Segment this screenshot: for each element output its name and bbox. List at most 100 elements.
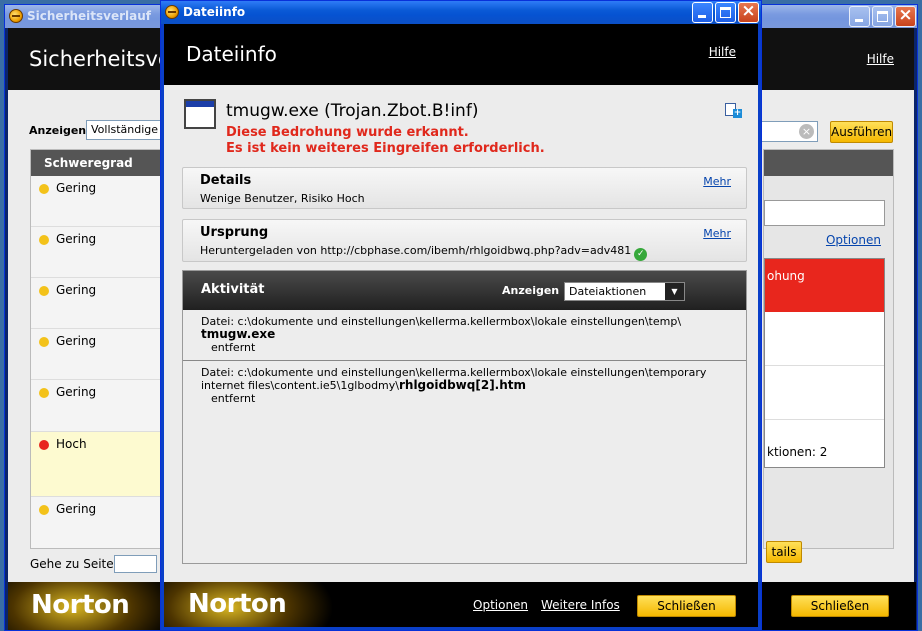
help-link[interactable]: Hilfe [709,45,736,59]
details-box: ohung ktionen: 2 [764,258,885,468]
origin-section: Ursprung Heruntergeladen von http://cbph… [182,219,747,262]
severity-label: Gering [56,334,97,348]
activity-header: Aktivität Anzeigen Dateiaktionen ▼ [183,271,746,310]
threat-row[interactable]: ohung [765,259,884,312]
dialog-title: Dateiinfo [186,42,277,66]
severity-low-icon [39,337,49,347]
run-button[interactable]: Ausführen [830,121,893,143]
severity-column-header[interactable]: Schweregrad [31,150,165,176]
norton-logo: Norton [31,590,130,620]
severity-label: Hoch [56,437,87,451]
details-panel: Optionen ohung ktionen: 2 [763,149,894,549]
dialog-footer: Norton Optionen Weitere Infos Schließen [164,582,758,627]
close-icon: × [741,1,756,21]
severity-low-icon [39,388,49,398]
file-info-client: Dateiinfo Hilfe tmugw.exe (Trojan.Zbot.B… [164,24,758,627]
minimize-button[interactable] [692,2,713,23]
details-section: Details Wenige Benutzer, Risiko Hoch Meh… [182,167,747,209]
severity-label: Gering [56,502,97,516]
close-window-button[interactable]: × [738,1,759,23]
origin-title: Ursprung [200,225,269,240]
maximize-button[interactable] [872,6,893,27]
activity-entry[interactable]: Datei: c:\dokumente und einstellungen\ke… [183,310,746,361]
norton-logo: Norton [188,589,287,619]
dialog-header: Dateiinfo Hilfe [164,24,758,85]
details-button[interactable]: tails [766,541,802,563]
file-window-icon [184,99,216,129]
search-input[interactable]: × [761,121,818,142]
details-row [765,312,884,366]
page-title: Sicherheitsve [29,47,171,71]
options-link[interactable]: Optionen [826,233,881,247]
file-info-dialog: Dateiinfo × Dateiinfo Hilfe tmugw.exe (T… [160,0,762,631]
severity-low-icon [39,184,49,194]
list-item[interactable]: Hoch [31,432,165,497]
filter-label: Anzeigen [29,124,87,137]
details-more-link[interactable]: Mehr [703,175,731,188]
goto-page-label: Gehe zu Seite: [30,557,118,571]
add-plus-icon: + [733,108,742,118]
window-title: Dateiinfo [183,5,246,19]
file-info-titlebar[interactable]: Dateiinfo × [161,1,761,24]
actions-count: ktionen: 2 [767,445,828,459]
origin-text: Heruntergeladen von http://cbphase.com/i… [200,244,632,257]
minimize-icon [698,15,706,18]
dropdown-arrow-icon[interactable]: ▼ [665,283,684,300]
close-icon: × [898,5,913,25]
activity-filter-select[interactable]: Dateiaktionen ▼ [564,282,685,301]
activity-filter-label: Anzeigen [502,284,560,297]
severity-label: Gering [56,385,97,399]
close-window-button[interactable]: × [895,5,916,27]
minimize-icon [855,19,863,22]
threat-status-line2: Es ist kein weiteres Eingreifen erforder… [226,141,545,156]
details-row [765,366,884,420]
more-info-link[interactable]: Weitere Infos [541,598,620,612]
norton-app-icon [165,5,179,19]
details-title: Details [200,173,252,188]
severity-label: Gering [56,283,97,297]
maximize-icon [877,11,888,22]
origin-text-wrap: Heruntergeladen von http://cbphase.com/i… [200,244,648,261]
activity-file: rhlgoidbwq[2].htm [398,378,527,392]
severity-low-icon [39,286,49,296]
checkmark-icon: ✓ [634,248,648,261]
maximize-icon [720,7,731,18]
details-panel-header [764,150,893,176]
maximize-button[interactable] [715,2,736,23]
activity-title: Aktivität [201,282,265,297]
copy-info-icon[interactable]: + [725,103,742,120]
options-link[interactable]: Optionen [473,598,528,612]
list-item[interactable]: Gering [31,497,165,548]
list-item[interactable]: Gering [31,329,165,380]
severity-label: Gering [56,181,97,195]
norton-app-icon [9,9,23,23]
activity-path: Datei: c:\dokumente und einstellungen\ke… [201,315,682,328]
clear-search-icon[interactable]: × [799,124,814,139]
list-item[interactable]: Gering [31,380,165,432]
activity-section: Aktivität Anzeigen Dateiaktionen ▼ Datei… [182,270,747,564]
list-item[interactable]: Gering [31,176,165,227]
details-text: Wenige Benutzer, Risiko Hoch [200,192,365,205]
activity-filter-value: Dateiaktionen [569,285,647,298]
activity-entry[interactable]: Datei: c:\dokumente und einstellungen\ke… [183,361,746,411]
threat-status-line1: Diese Bedrohung wurde erkannt. [226,125,469,140]
list-item[interactable]: Gering [31,227,165,278]
severity-low-icon [39,235,49,245]
minimize-button[interactable] [849,6,870,27]
activity-status: entfernt [211,392,256,405]
severity-low-icon [39,505,49,515]
list-item[interactable]: Gering [31,278,165,329]
activity-file: tmugw.exe [201,327,276,341]
activity-path-cont: internet files\content.ie5\1glbodmy\ [201,379,399,392]
help-link[interactable]: Hilfe [867,52,894,66]
origin-more-link[interactable]: Mehr [703,227,731,240]
severity-label: Gering [56,232,97,246]
details-input[interactable] [764,200,885,226]
severity-list: Schweregrad Gering Gering Gering Gering … [30,149,166,549]
close-button[interactable]: Schließen [791,595,889,617]
goto-page-input[interactable] [114,555,157,573]
window-title: Sicherheitsverlauf [27,9,151,23]
file-name: tmugw.exe (Trojan.Zbot.B!inf) [226,101,479,121]
filter-select[interactable]: Vollständige [86,120,166,140]
close-button[interactable]: Schließen [637,595,736,617]
